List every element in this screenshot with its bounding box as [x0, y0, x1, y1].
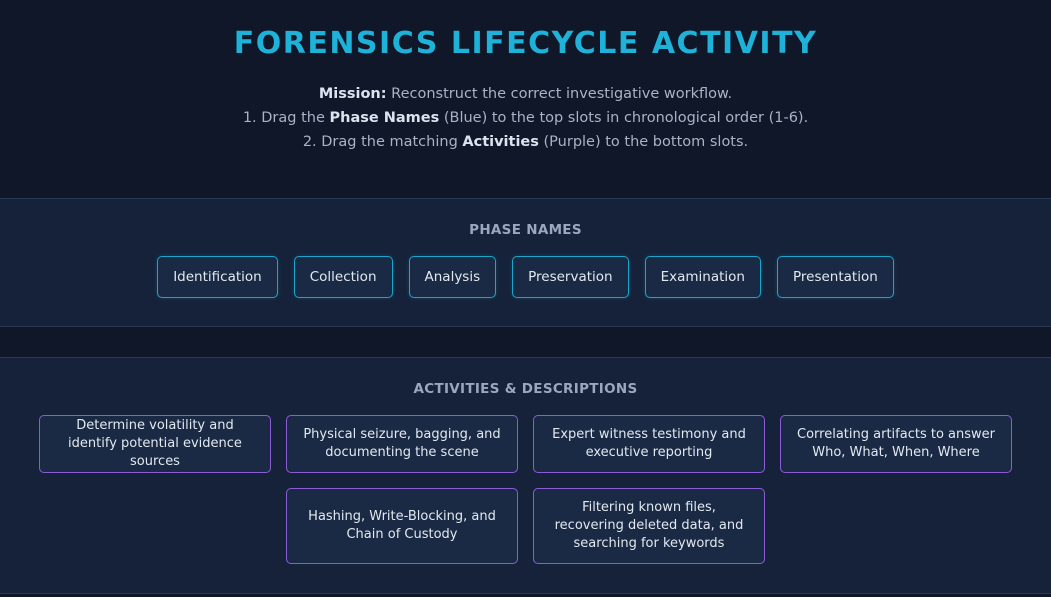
- instructions: Mission: Reconstruct the correct investi…: [0, 82, 1051, 154]
- activity-card-correlating[interactable]: Correlating artifacts to answer Who, Wha…: [780, 415, 1012, 473]
- step-1-suffix: (Blue) to the top slots in chronological…: [439, 110, 809, 126]
- mission-label: Mission:: [318, 86, 387, 102]
- phase-names-title: PHASE NAMES: [469, 222, 582, 238]
- step-2-bold: Activities: [462, 134, 539, 150]
- page-title: FORENSICS LIFECYCLE ACTIVITY: [233, 26, 818, 61]
- header: FORENSICS LIFECYCLE ACTIVITY Mission: Re…: [0, 0, 1051, 198]
- phase-names-panel: PHASE NAMES Identification Collection An…: [0, 198, 1051, 327]
- phase-chip-examination[interactable]: Examination: [644, 256, 761, 298]
- mission-text: Reconstruct the correct investigative wo…: [386, 86, 733, 102]
- activity-card-seizure[interactable]: Physical seizure, bagging, and documenti…: [286, 415, 518, 473]
- instruction-mission: Mission: Reconstruct the correct investi…: [0, 82, 1051, 106]
- step-2-prefix: 2. Drag the matching: [302, 134, 463, 150]
- activity-card-bank: Determine volatility and identify potent…: [26, 415, 1026, 579]
- instruction-step-2: 2. Drag the matching Activities (Purple)…: [0, 130, 1051, 154]
- phase-chip-presentation[interactable]: Presentation: [777, 256, 894, 298]
- step-1-prefix: 1. Drag the: [242, 110, 330, 126]
- instruction-step-1: 1. Drag the Phase Names (Blue) to the to…: [0, 106, 1051, 130]
- activity-card-filtering[interactable]: Filtering known files, recovering delete…: [533, 488, 765, 564]
- activities-panel: ACTIVITIES & DESCRIPTIONS Determine vola…: [0, 357, 1051, 594]
- activity-card-volatility[interactable]: Determine volatility and identify potent…: [39, 415, 271, 473]
- step-1-bold: Phase Names: [329, 110, 440, 126]
- phase-chip-bank: Identification Collection Analysis Prese…: [0, 256, 1051, 298]
- phase-chip-identification[interactable]: Identification: [157, 256, 278, 298]
- phase-chip-collection[interactable]: Collection: [293, 256, 393, 298]
- activities-title: ACTIVITIES & DESCRIPTIONS: [413, 381, 638, 397]
- step-2-suffix: (Purple) to the bottom slots.: [538, 134, 749, 150]
- activity-card-hashing[interactable]: Hashing, Write-Blocking, and Chain of Cu…: [286, 488, 518, 564]
- phase-chip-analysis[interactable]: Analysis: [408, 256, 497, 298]
- phase-chip-preservation[interactable]: Preservation: [512, 256, 629, 298]
- activity-card-testimony[interactable]: Expert witness testimony and executive r…: [533, 415, 765, 473]
